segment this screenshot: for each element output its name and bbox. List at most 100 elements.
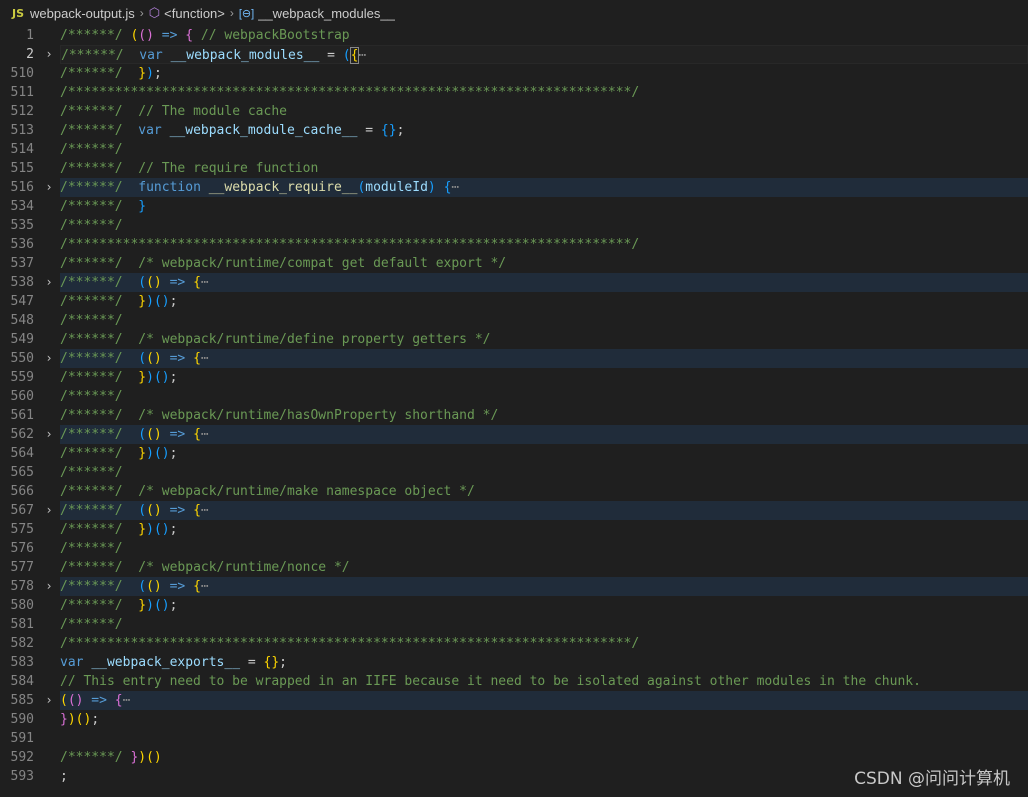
fold-chevron-icon[interactable]: ›	[43, 273, 55, 292]
code-text[interactable]: /******/	[60, 216, 1028, 235]
fold-ellipsis-icon[interactable]: ⋯	[451, 180, 459, 195]
code-text[interactable]: /******/ })();	[60, 292, 1028, 311]
fold-chevron-icon[interactable]: ›	[43, 577, 55, 596]
code-line[interactable]: 577 /******/ /* webpack/runtime/nonce */	[0, 558, 1028, 577]
code-text[interactable]: /******/ (() => {⋯	[60, 501, 1028, 520]
code-line[interactable]: 550 › /******/ (() => {⋯	[0, 349, 1028, 368]
code-text[interactable]: /******/ (() => {⋯	[60, 425, 1028, 444]
code-line[interactable]: 516 › /******/ function __webpack_require_…	[0, 178, 1028, 197]
fold-ellipsis-icon[interactable]: ⋯	[201, 427, 209, 442]
code-text[interactable]: // This entry need to be wrapped in an I…	[60, 672, 1028, 691]
code-line[interactable]: 564 /******/ })();	[0, 444, 1028, 463]
code-line[interactable]: 548 /******/	[0, 311, 1028, 330]
code-line[interactable]: 510 /******/ });	[0, 64, 1028, 83]
code-line[interactable]: 514 /******/	[0, 140, 1028, 159]
code-line[interactable]: 559 /******/ })();	[0, 368, 1028, 387]
code-line[interactable]: 561 /******/ /* webpack/runtime/hasOwnPro…	[0, 406, 1028, 425]
code-text[interactable]: /***************************************…	[60, 83, 1028, 102]
fold-ellipsis-icon[interactable]: ⋯	[201, 351, 209, 366]
code-text[interactable]	[60, 729, 1028, 748]
code-line[interactable]: 580 /******/ })();	[0, 596, 1028, 615]
code-line[interactable]: 512 /******/ // The module cache	[0, 102, 1028, 121]
code-token: __webpack_require__	[208, 180, 358, 195]
code-line[interactable]: 565 /******/	[0, 463, 1028, 482]
code-line[interactable]: 585 › (() => {⋯	[0, 691, 1028, 710]
code-text[interactable]: /***************************************…	[60, 634, 1028, 653]
code-text[interactable]: /******/	[60, 387, 1028, 406]
code-line[interactable]: 590})();	[0, 710, 1028, 729]
fold-chevron-icon[interactable]: ›	[43, 45, 55, 64]
code-line[interactable]: 547 /******/ })();	[0, 292, 1028, 311]
code-text[interactable]: /******/ (() => { // webpackBootstrap	[60, 26, 1028, 45]
code-text[interactable]: /******/ });	[60, 64, 1028, 83]
fold-ellipsis-icon[interactable]: ⋯	[201, 579, 209, 594]
code-line[interactable]: 575 /******/ })();	[0, 520, 1028, 539]
code-text[interactable]: /******/	[60, 539, 1028, 558]
breadcrumb-variable[interactable]: __webpack_modules__	[258, 6, 395, 21]
code-text[interactable]: /******/ })();	[60, 596, 1028, 615]
code-text[interactable]: /******/ })();	[60, 520, 1028, 539]
code-line[interactable]: 576 /******/	[0, 539, 1028, 558]
code-text[interactable]: /******/ }	[60, 197, 1028, 216]
code-text[interactable]: /******/	[60, 140, 1028, 159]
fold-chevron-icon[interactable]: ›	[43, 501, 55, 520]
code-line[interactable]: 567 › /******/ (() => {⋯	[0, 501, 1028, 520]
code-line[interactable]: 536 /************************************…	[0, 235, 1028, 254]
code-editor[interactable]: 1/******/ (() => { // webpackBootstrap 2 ›…	[0, 26, 1028, 797]
code-text[interactable]: /******/ (() => {⋯	[60, 349, 1028, 368]
line-number: 559	[10, 370, 34, 385]
breadcrumb-file[interactable]: webpack-output.js	[30, 6, 135, 21]
code-text[interactable]: /******/ })();	[60, 444, 1028, 463]
code-line[interactable]: 513 /******/ var __webpack_module_cache__…	[0, 121, 1028, 140]
fold-chevron-icon[interactable]: ›	[43, 178, 55, 197]
code-text[interactable]: /******/ var __webpack_modules__ = ({⋯	[60, 45, 1028, 64]
code-line[interactable]: 581 /******/	[0, 615, 1028, 634]
code-text[interactable]: /******/	[60, 311, 1028, 330]
code-text[interactable]: /******/ /* webpack/runtime/compat get d…	[60, 254, 1028, 273]
code-line[interactable]: 2 › /******/ var __webpack_modules__ = ({⋯	[0, 45, 1028, 64]
code-text[interactable]: })();	[60, 710, 1028, 729]
code-line[interactable]: 511 /************************************…	[0, 83, 1028, 102]
code-line[interactable]: 584 // This entry need to be wrapped in a…	[0, 672, 1028, 691]
code-text[interactable]: /******/	[60, 615, 1028, 634]
code-line[interactable]: 562 › /******/ (() => {⋯	[0, 425, 1028, 444]
code-line[interactable]: 535 /******/	[0, 216, 1028, 235]
code-line[interactable]: 566 /******/ /* webpack/runtime/make name…	[0, 482, 1028, 501]
code-text[interactable]: /******/ /* webpack/runtime/nonce */	[60, 558, 1028, 577]
line-number: 562	[10, 427, 34, 442]
code-line[interactable]: 1 /******/ (() => { // webpackBootstrap	[0, 26, 1028, 45]
code-token: /******/	[60, 123, 131, 138]
fold-chevron-icon[interactable]: ›	[43, 425, 55, 444]
code-line[interactable]: 591	[0, 729, 1028, 748]
fold-ellipsis-icon[interactable]: ⋯	[358, 48, 366, 63]
fold-chevron-icon[interactable]: ›	[43, 691, 55, 710]
fold-chevron-icon[interactable]: ›	[43, 349, 55, 368]
code-text[interactable]: /***************************************…	[60, 235, 1028, 254]
code-text[interactable]: /******/ // The require function	[60, 159, 1028, 178]
fold-ellipsis-icon[interactable]: ⋯	[201, 275, 209, 290]
code-line[interactable]: 582 /************************************…	[0, 634, 1028, 653]
code-line[interactable]: 549 /******/ /* webpack/runtime/define pr…	[0, 330, 1028, 349]
code-line[interactable]: 583 var __webpack_exports__ = {};	[0, 653, 1028, 672]
code-text[interactable]: /******/ (() => {⋯	[60, 273, 1028, 292]
code-line[interactable]: 578 › /******/ (() => {⋯	[0, 577, 1028, 596]
fold-ellipsis-icon[interactable]: ⋯	[201, 503, 209, 518]
code-text[interactable]: /******/ (() => {⋯	[60, 577, 1028, 596]
code-text[interactable]: /******/ })();	[60, 368, 1028, 387]
fold-ellipsis-icon[interactable]: ⋯	[123, 693, 131, 708]
code-text[interactable]: /******/	[60, 463, 1028, 482]
code-text[interactable]: var __webpack_exports__ = {};	[60, 653, 1028, 672]
breadcrumb-function[interactable]: <function>	[164, 6, 225, 21]
code-line[interactable]: 534 /******/ }	[0, 197, 1028, 216]
code-text[interactable]: /******/ var __webpack_module_cache__ = …	[60, 121, 1028, 140]
code-text[interactable]: /******/ // The module cache	[60, 102, 1028, 121]
code-line[interactable]: 538 › /******/ (() => {⋯	[0, 273, 1028, 292]
code-text[interactable]: /******/ /* webpack/runtime/make namespa…	[60, 482, 1028, 501]
code-text[interactable]: /******/ /* webpack/runtime/define prope…	[60, 330, 1028, 349]
code-line[interactable]: 537 /******/ /* webpack/runtime/compat ge…	[0, 254, 1028, 273]
code-text[interactable]: /******/ function __webpack_require__(mo…	[60, 178, 1028, 197]
code-text[interactable]: /******/ /* webpack/runtime/hasOwnProper…	[60, 406, 1028, 425]
code-line[interactable]: 515 /******/ // The require function	[0, 159, 1028, 178]
code-line[interactable]: 560 /******/	[0, 387, 1028, 406]
code-text[interactable]: (() => {⋯	[60, 691, 1028, 710]
